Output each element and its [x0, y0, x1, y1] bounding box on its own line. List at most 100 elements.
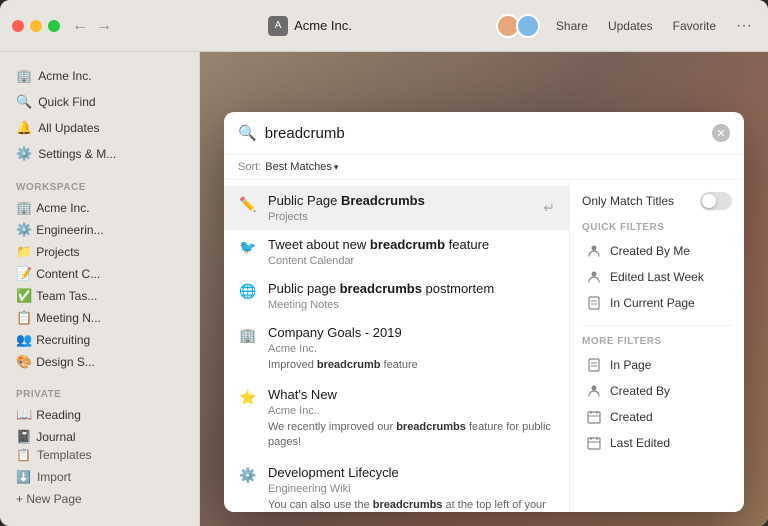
result-subtitle-3: Meeting Notes	[268, 299, 555, 311]
favorite-button[interactable]: Favorite	[669, 17, 720, 35]
sidebar-item-projects[interactable]: 📁 Projects	[8, 241, 191, 263]
reading-icon: 📖	[16, 407, 32, 423]
back-arrow-icon[interactable]: ←	[72, 17, 88, 35]
sidebar-item-workspace-name[interactable]: 🏢 Acme Inc.	[8, 64, 191, 88]
result-title-2: Tweet about new breadcrumb feature	[268, 237, 555, 254]
result-snippet-5: We recently improved our breadcrumbs fea…	[268, 420, 555, 451]
sidebar-item-quick-find[interactable]: 🔍 Quick Find	[8, 90, 191, 114]
result-item-4[interactable]: 🏢 Company Goals - 2019 Acme Inc. Improve…	[224, 318, 569, 380]
workspace-section-label: WORKSPACE	[8, 178, 191, 197]
forward-arrow-icon[interactable]: →	[96, 17, 112, 35]
updates-button[interactable]: Updates	[604, 17, 657, 35]
more-options-button[interactable]: ···	[732, 15, 756, 37]
close-button[interactable]	[12, 20, 24, 32]
private-section-label: PRIVATE	[8, 385, 191, 404]
filter-created[interactable]: Created	[582, 405, 732, 429]
avatar-group	[496, 14, 540, 38]
import-icon: ⬇️	[16, 470, 31, 484]
person-icon-1	[586, 243, 602, 259]
search-clear-button[interactable]: ✕	[712, 124, 730, 142]
engineering-label: Engineerin...	[36, 223, 103, 237]
engineering-icon: ⚙️	[16, 222, 32, 238]
filter-created-by-me-label: Created By Me	[610, 244, 690, 258]
acme-label: Acme Inc.	[36, 201, 89, 215]
sidebar-private-section: PRIVATE 📖 Reading 📓 Journal	[0, 385, 199, 448]
result-snippet-4: Improved breadcrumb feature	[268, 358, 555, 373]
result-item-5[interactable]: ⭐ What's New Acme Inc.. We recently impr…	[224, 380, 569, 458]
results-panel: ✏️ Public Page Breadcrumbs Projects ↵ 🐦	[224, 180, 569, 512]
maximize-button[interactable]	[48, 20, 60, 32]
result-content-4: Company Goals - 2019 Acme Inc. Improved …	[268, 325, 555, 373]
sidebar-item-new-page[interactable]: + New Page	[8, 488, 192, 510]
titlebar-actions: Share Updates Favorite ···	[496, 14, 756, 38]
sidebar-workspace-section: WORKSPACE 🏢 Acme Inc. ⚙️ Engineerin... 📁…	[0, 178, 199, 373]
result-subtitle-4: Acme Inc.	[268, 343, 555, 355]
sidebar-settings-label: Settings & M...	[38, 147, 116, 161]
result-item-2[interactable]: 🐦 Tweet about new breadcrumb feature Con…	[224, 230, 569, 274]
only-match-titles-text: Only Match Titles	[582, 194, 674, 208]
sidebar-item-templates[interactable]: 📋 Templates	[8, 444, 192, 466]
meeting-icon: 📋	[16, 310, 32, 326]
filter-in-current-page[interactable]: In Current Page	[582, 291, 732, 315]
sidebar-item-design[interactable]: 🎨 Design S...	[8, 351, 191, 373]
filter-in-page[interactable]: In Page	[582, 353, 732, 377]
sidebar-item-team-tasks[interactable]: ✅ Team Tas...	[8, 285, 191, 307]
filter-created-label: Created	[610, 410, 653, 424]
filter-divider	[582, 325, 732, 326]
workspace-icon: A	[268, 16, 288, 36]
result-subtitle-6: Engineering Wiki	[268, 483, 555, 495]
toggle-knob	[702, 194, 716, 208]
sidebar-item-meeting[interactable]: 📋 Meeting N...	[8, 307, 191, 329]
recruiting-label: Recruiting	[36, 333, 90, 347]
search-sort-bar: Sort: Best Matches ▾	[224, 155, 744, 180]
result-icon-3: 🌐	[238, 282, 258, 302]
search-icon: 🔍	[16, 94, 32, 110]
projects-label: Projects	[36, 245, 79, 259]
only-match-titles-toggle[interactable]	[700, 192, 732, 210]
content-label: Content C...	[36, 267, 100, 281]
result-item-1[interactable]: ✏️ Public Page Breadcrumbs Projects ↵	[224, 186, 569, 230]
sidebar-top: 🏢 Acme Inc. 🔍 Quick Find 🔔 All Updates ⚙…	[0, 60, 199, 170]
sidebar-item-acme[interactable]: 🏢 Acme Inc.	[8, 197, 191, 219]
quick-filters-label: QUICK FILTERS	[582, 222, 732, 233]
result-icon-1: ✏️	[238, 194, 258, 214]
bell-icon: 🔔	[16, 120, 32, 136]
filter-created-by-me[interactable]: Created By Me	[582, 239, 732, 263]
sort-value-selector[interactable]: Best Matches ▾	[265, 161, 338, 173]
calendar-icon-2	[586, 435, 602, 451]
only-match-titles-label: Only Match Titles	[582, 194, 674, 208]
navigation-arrows: ← →	[72, 17, 112, 35]
share-button[interactable]: Share	[552, 17, 592, 35]
result-item-3[interactable]: 🌐 Public page breadcrumbs postmortem Mee…	[224, 274, 569, 318]
sidebar-item-settings[interactable]: ⚙️ Settings & M...	[8, 142, 191, 166]
result-item-6[interactable]: ⚙️ Development Lifecycle Engineering Wik…	[224, 458, 569, 512]
sidebar-item-all-updates[interactable]: 🔔 All Updates	[8, 116, 191, 140]
sidebar-item-reading[interactable]: 📖 Reading	[8, 404, 191, 426]
sidebar-workspace-label: Acme Inc.	[38, 69, 91, 83]
filter-last-edited[interactable]: Last Edited	[582, 431, 732, 455]
filter-created-by[interactable]: Created By	[582, 379, 732, 403]
templates-label: Templates	[37, 448, 92, 462]
result-subtitle-1: Projects	[268, 211, 555, 223]
sidebar-item-recruiting[interactable]: 👥 Recruiting	[8, 329, 191, 351]
result-title-6: Development Lifecycle	[268, 465, 555, 482]
projects-icon: 📁	[16, 244, 32, 260]
app-window: ← → A Acme Inc. Share Updates Favorite ·…	[0, 0, 768, 526]
design-icon: 🎨	[16, 354, 32, 370]
workspace-title-area: A Acme Inc.	[124, 16, 496, 36]
filter-edited-last-week[interactable]: Edited Last Week	[582, 265, 732, 289]
traffic-lights	[12, 20, 60, 32]
workspace-name: Acme Inc.	[294, 18, 352, 33]
sidebar-item-engineering[interactable]: ⚙️ Engineerin...	[8, 219, 191, 241]
sidebar-item-import[interactable]: ⬇️ Import	[8, 466, 192, 488]
search-input[interactable]	[265, 125, 704, 142]
sort-chevron-icon: ▾	[334, 162, 339, 173]
result-icon-6: ⚙️	[238, 466, 258, 486]
team-tasks-icon: ✅	[16, 288, 32, 304]
main-layout: 🏢 Acme Inc. 🔍 Quick Find 🔔 All Updates ⚙…	[0, 52, 768, 526]
sidebar-item-content[interactable]: 📝 Content C...	[8, 263, 191, 285]
result-content-3: Public page breadcrumbs postmortem Meeti…	[268, 281, 555, 311]
minimize-button[interactable]	[30, 20, 42, 32]
result-content-1: Public Page Breadcrumbs Projects	[268, 193, 555, 223]
content-area: 🔍 ✕ Sort: Best Matches ▾	[200, 52, 768, 526]
